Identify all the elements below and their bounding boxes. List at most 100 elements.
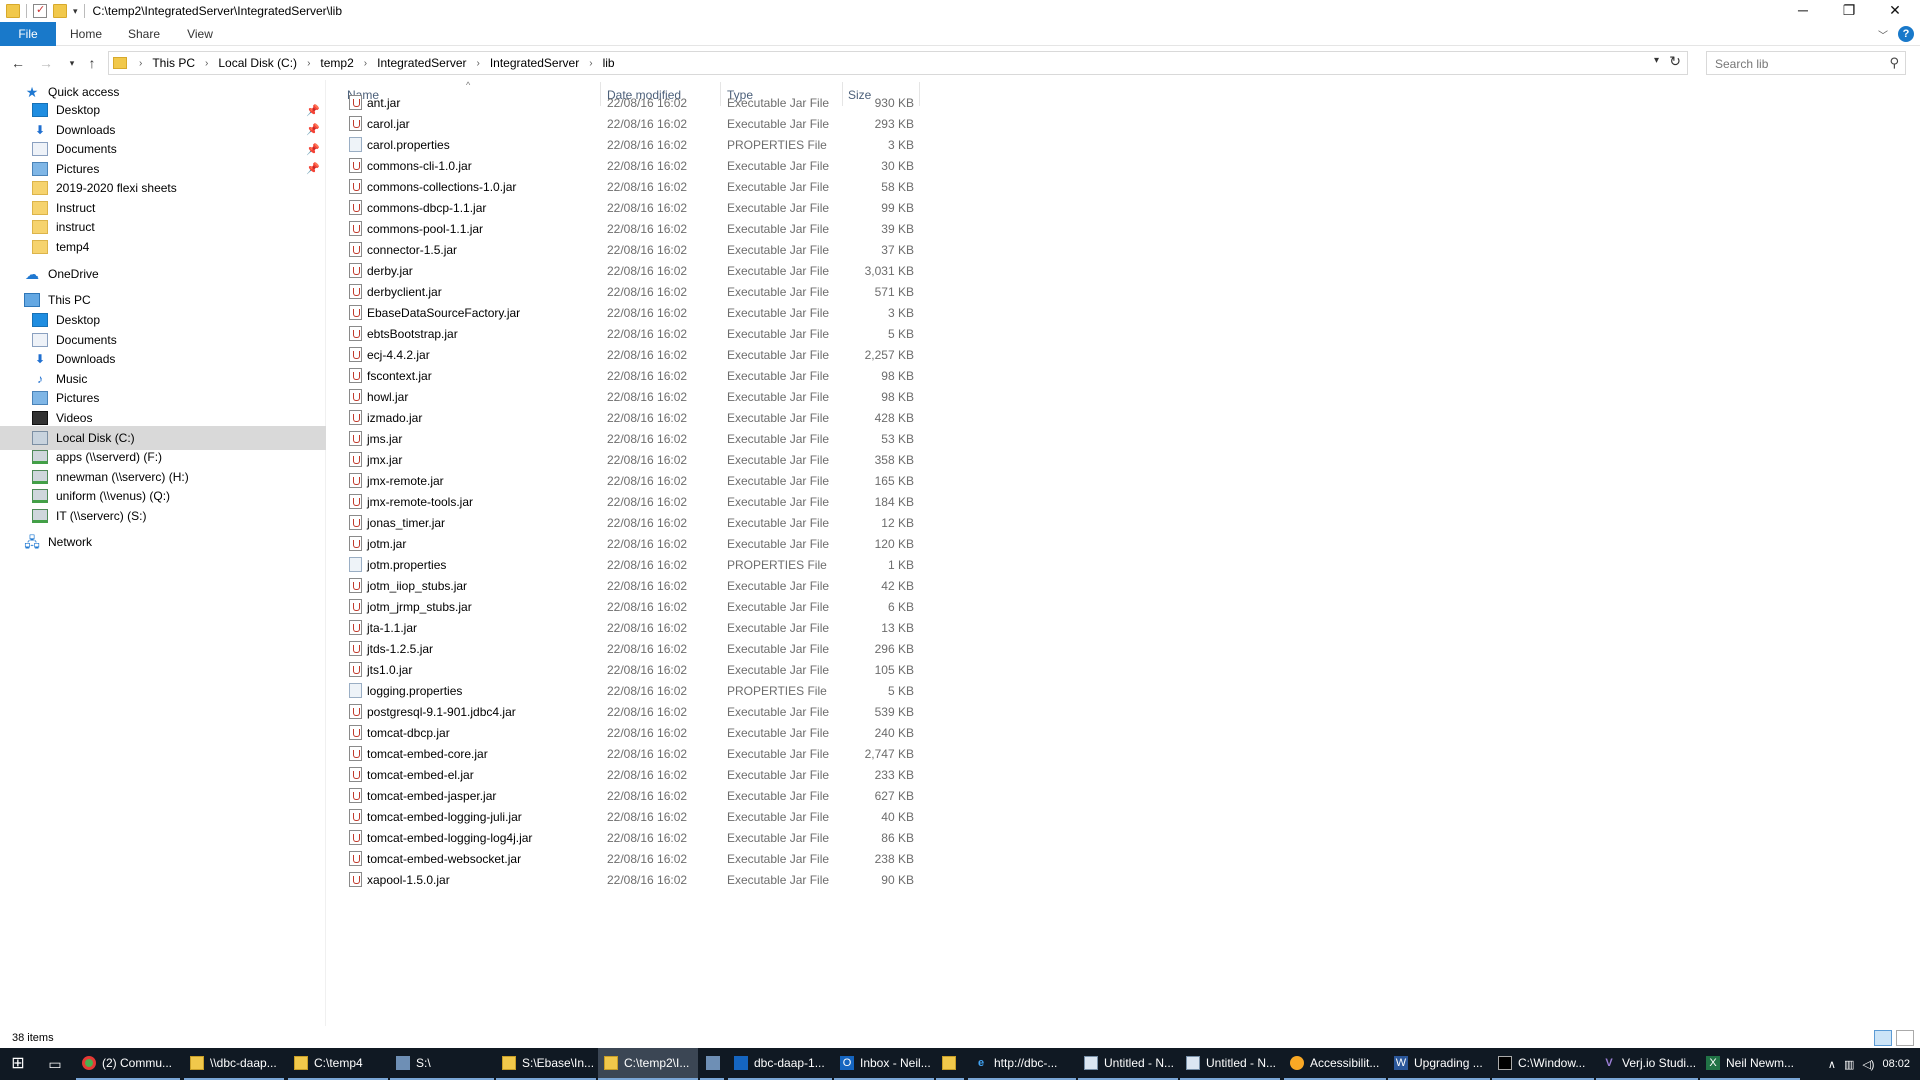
breadcrumb-lib[interactable]: lib bbox=[599, 56, 619, 70]
chevron-right-icon[interactable]: › bbox=[199, 58, 214, 69]
file-row[interactable]: postgresql-9.1-901.jdbc4.jar 22/08/16 16:… bbox=[327, 701, 927, 722]
taskbar-item[interactable]: O Inbox - Neil... bbox=[834, 1048, 934, 1080]
file-row[interactable]: EbaseDataSourceFactory.jar 22/08/16 16:02… bbox=[327, 302, 927, 323]
tray-overflow-icon[interactable]: ∧ bbox=[1828, 1058, 1836, 1071]
file-row[interactable]: jmx-remote.jar 22/08/16 16:02 Executable J… bbox=[327, 470, 927, 491]
file-row[interactable]: jts1.0.jar 22/08/16 16:02 Executable Jar F… bbox=[327, 659, 927, 680]
taskbar-item[interactable]: S:\Ebase\In... bbox=[496, 1048, 596, 1080]
breadcrumb-temp2[interactable]: temp2 bbox=[316, 56, 357, 70]
address-bar[interactable]: › This PC › Local Disk (C:) › temp2 › In… bbox=[108, 51, 1688, 75]
taskbar-item[interactable]: C:\temp2\I... bbox=[598, 1048, 698, 1080]
file-row[interactable]: commons-cli-1.0.jar 22/08/16 16:02 Executa… bbox=[327, 155, 927, 176]
file-row[interactable]: ebtsBootstrap.jar 22/08/16 16:02 Executabl… bbox=[327, 323, 927, 344]
file-row[interactable]: jotm_jrmp_stubs.jar 22/08/16 16:02 Executa… bbox=[327, 596, 927, 617]
taskbar-item[interactable]: C:\Window... bbox=[1492, 1048, 1594, 1080]
refresh-icon[interactable]: ↻ bbox=[1669, 53, 1681, 70]
volume-icon[interactable]: ◁) bbox=[1862, 1058, 1874, 1071]
file-row[interactable]: tomcat-embed-el.jar 22/08/16 16:02 Executa… bbox=[327, 764, 927, 785]
taskbar-item[interactable]: W Upgrading ... bbox=[1388, 1048, 1490, 1080]
qat-dropdown-icon[interactable]: ▾ bbox=[73, 6, 78, 17]
tab-share[interactable]: Share bbox=[120, 22, 168, 46]
file-row[interactable]: jotm.properties 22/08/16 16:02 PROPERTIES … bbox=[327, 554, 927, 575]
file-row[interactable]: fscontext.jar 22/08/16 16:02 Executable Ja… bbox=[327, 365, 927, 386]
pin-icon[interactable]: 📌 bbox=[306, 123, 320, 136]
file-row[interactable]: tomcat-embed-core.jar 22/08/16 16:02 Execu… bbox=[327, 743, 927, 764]
taskbar-item[interactable]: X Neil Newm... bbox=[1700, 1048, 1800, 1080]
maximize-button[interactable]: ❐ bbox=[1826, 0, 1872, 22]
back-button[interactable]: ← bbox=[8, 54, 28, 72]
nav-onedrive[interactable]: ☁ OneDrive bbox=[0, 262, 326, 286]
file-row[interactable]: jotm.jar 22/08/16 16:02 Executable Jar Fil… bbox=[327, 533, 927, 554]
file-row[interactable]: tomcat-embed-logging-juli.jar 22/08/16 16… bbox=[327, 806, 927, 827]
file-row[interactable]: commons-dbcp-1.1.jar 22/08/16 16:02 Execut… bbox=[327, 197, 927, 218]
new-folder-icon[interactable] bbox=[53, 4, 67, 18]
tab-view[interactable]: View bbox=[178, 22, 222, 46]
taskbar-item[interactable] bbox=[700, 1048, 724, 1080]
file-row[interactable]: jmx.jar 22/08/16 16:02 Executable Jar File… bbox=[327, 449, 927, 470]
taskbar-item[interactable]: (2) Commu... bbox=[76, 1048, 180, 1080]
up-button[interactable]: ↑ bbox=[82, 54, 102, 72]
details-view-button[interactable] bbox=[1874, 1030, 1892, 1046]
task-view-icon[interactable]: ▭ bbox=[40, 1048, 70, 1080]
chevron-right-icon[interactable]: › bbox=[471, 58, 486, 69]
taskbar-item[interactable]: dbc-daap-1... bbox=[728, 1048, 832, 1080]
breadcrumb-integratedserver-inner[interactable]: IntegratedServer bbox=[486, 56, 583, 70]
recent-locations-icon[interactable]: ▾ bbox=[62, 54, 82, 72]
file-row[interactable]: carol.jar 22/08/16 16:02 Executable Jar Fi… bbox=[327, 113, 927, 134]
file-row[interactable]: jtds-1.2.5.jar 22/08/16 16:02 Executable J… bbox=[327, 638, 927, 659]
clock[interactable]: 08:02 bbox=[1882, 1058, 1910, 1070]
tab-home[interactable]: Home bbox=[64, 22, 108, 46]
pin-icon[interactable]: 📌 bbox=[306, 143, 320, 156]
file-row[interactable]: ecj-4.4.2.jar 22/08/16 16:02 Executable Ja… bbox=[327, 344, 927, 365]
taskbar-item[interactable]: C:\temp4 bbox=[288, 1048, 388, 1080]
file-row[interactable]: connector-1.5.jar 22/08/16 16:02 Executabl… bbox=[327, 239, 927, 260]
file-row[interactable]: jmx-remote-tools.jar 22/08/16 16:02 Execut… bbox=[327, 491, 927, 512]
file-row[interactable]: ant.jar 22/08/16 16:02 Executable Jar File… bbox=[327, 92, 927, 113]
file-row[interactable]: tomcat-embed-logging-log4j.jar 22/08/16 1… bbox=[327, 827, 927, 848]
breadcrumb-integratedserver[interactable]: IntegratedServer bbox=[373, 56, 470, 70]
pin-icon[interactable]: 📌 bbox=[306, 162, 320, 175]
windows-start-icon[interactable]: ⊞ bbox=[0, 1048, 36, 1080]
network-icon[interactable]: ▥ bbox=[1844, 1058, 1854, 1071]
taskbar-item[interactable] bbox=[936, 1048, 964, 1080]
forward-button[interactable]: → bbox=[36, 54, 56, 72]
file-row[interactable]: jotm_iiop_stubs.jar 22/08/16 16:02 Executa… bbox=[327, 575, 927, 596]
file-row[interactable]: logging.properties 22/08/16 16:02 PROPERTI… bbox=[327, 680, 927, 701]
file-row[interactable]: xapool-1.5.0.jar 22/08/16 16:02 Executable… bbox=[327, 869, 927, 890]
large-icons-view-button[interactable] bbox=[1896, 1030, 1914, 1046]
properties-check-icon[interactable] bbox=[33, 3, 47, 18]
chevron-right-icon[interactable]: › bbox=[301, 58, 316, 69]
close-button[interactable]: ✕ bbox=[1872, 0, 1918, 22]
taskbar-item[interactable]: Untitled - N... bbox=[1180, 1048, 1280, 1080]
taskbar-item[interactable]: Accessibilit... bbox=[1284, 1048, 1386, 1080]
file-row[interactable]: tomcat-embed-jasper.jar 22/08/16 16:02 Exe… bbox=[327, 785, 927, 806]
address-dropdown-icon[interactable]: ▾ bbox=[1654, 55, 1659, 66]
taskbar-item[interactable]: \\dbc-daap... bbox=[184, 1048, 284, 1080]
search-input[interactable]: Search lib ⚲ bbox=[1706, 51, 1906, 75]
nav-network[interactable]: 🖧 Network bbox=[0, 530, 326, 554]
chevron-down-icon[interactable]: ﹀ bbox=[1878, 27, 1888, 42]
tab-file[interactable]: File bbox=[0, 22, 56, 46]
file-row[interactable]: jta-1.1.jar 22/08/16 16:02 Executable Jar … bbox=[327, 617, 927, 638]
minimize-button[interactable]: ─ bbox=[1780, 0, 1826, 22]
file-row[interactable]: jms.jar 22/08/16 16:02 Executable Jar File… bbox=[327, 428, 927, 449]
taskbar-item[interactable]: Untitled - N... bbox=[1078, 1048, 1178, 1080]
chevron-right-icon[interactable]: › bbox=[358, 58, 373, 69]
taskbar-item[interactable]: e http://dbc-... bbox=[968, 1048, 1076, 1080]
file-row[interactable]: izmado.jar 22/08/16 16:02 Executable Jar F… bbox=[327, 407, 927, 428]
file-row[interactable]: commons-collections-1.0.jar 22/08/16 16:0… bbox=[327, 176, 927, 197]
breadcrumb-this-pc[interactable]: This PC bbox=[148, 56, 199, 70]
file-row[interactable]: howl.jar 22/08/16 16:02 Executable Jar Fil… bbox=[327, 386, 927, 407]
file-row[interactable]: derby.jar 22/08/16 16:02 Executable Jar Fi… bbox=[327, 260, 927, 281]
file-row[interactable]: tomcat-embed-websocket.jar 22/08/16 16:02… bbox=[327, 848, 927, 869]
nav-quick-7[interactable]: temp4 bbox=[0, 235, 326, 259]
file-row[interactable]: tomcat-dbcp.jar 22/08/16 16:02 Executable … bbox=[327, 722, 927, 743]
taskbar-item[interactable]: V Verj.io Studi... bbox=[1596, 1048, 1698, 1080]
nav-this-pc-10[interactable]: IT (\\serverc) (S:) bbox=[0, 504, 326, 528]
pin-icon[interactable]: 📌 bbox=[306, 104, 320, 117]
taskbar-item[interactable]: S:\ bbox=[390, 1048, 494, 1080]
help-icon[interactable]: ? bbox=[1898, 26, 1914, 42]
file-row[interactable]: commons-pool-1.1.jar 22/08/16 16:02 Execut… bbox=[327, 218, 927, 239]
breadcrumb-local-disk[interactable]: Local Disk (C:) bbox=[214, 56, 301, 70]
chevron-right-icon[interactable]: › bbox=[583, 58, 598, 69]
